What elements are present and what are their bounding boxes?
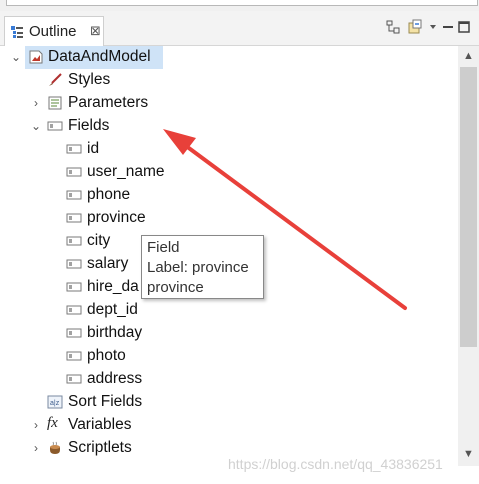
field-row[interactable]: birthday xyxy=(0,322,458,345)
field-label: phone xyxy=(87,186,131,203)
tree-row-parameters[interactable]: › Parameters xyxy=(0,92,458,115)
chevron-right-icon[interactable]: › xyxy=(30,96,42,110)
field-icon xyxy=(66,213,82,223)
link-editor-icon[interactable] xyxy=(407,19,423,35)
parameters-icon xyxy=(48,96,62,110)
chevron-down-icon[interactable]: ⌄ xyxy=(10,50,22,64)
chevron-down-icon[interactable]: ⌄ xyxy=(30,119,42,133)
tooltip-type: Field xyxy=(147,239,180,256)
field-icon xyxy=(66,282,82,292)
field-icon xyxy=(66,374,82,384)
minimize-icon[interactable] xyxy=(440,19,456,35)
field-group-icon xyxy=(47,121,63,131)
field-icon xyxy=(66,259,82,269)
field-row[interactable]: phone xyxy=(0,184,458,207)
close-icon[interactable]: ⊠ xyxy=(90,23,101,39)
tree-label-fields: Fields xyxy=(68,117,110,134)
tree-row-styles[interactable]: Styles xyxy=(0,69,458,92)
outline-icon xyxy=(11,26,23,38)
field-tooltip: Field Label: province province xyxy=(141,235,264,299)
field-label: birthday xyxy=(87,324,143,341)
field-label: photo xyxy=(87,347,126,364)
tree-row-fields[interactable]: ⌄ Fields xyxy=(0,115,458,138)
tree-row-root[interactable]: ⌄ DataAndModel xyxy=(0,46,458,69)
field-row[interactable]: dept_id xyxy=(0,299,458,322)
field-icon xyxy=(66,167,82,177)
field-label: city xyxy=(87,232,111,249)
tree-label-parameters: Parameters xyxy=(68,94,149,111)
scroll-up-icon[interactable]: ▲ xyxy=(458,48,479,65)
editor-strip xyxy=(0,0,479,11)
field-icon xyxy=(66,305,82,315)
field-icon xyxy=(66,144,82,154)
tree-label-sort-fields: Sort Fields xyxy=(68,393,143,410)
report-icon xyxy=(29,50,43,64)
scrollbar-thumb[interactable] xyxy=(460,67,477,347)
field-row[interactable]: photo xyxy=(0,345,458,368)
field-icon xyxy=(66,236,82,246)
scroll-down-icon[interactable]: ▼ xyxy=(458,446,479,463)
field-label: user_name xyxy=(87,163,165,180)
tree-label-scriptlets: Scriptlets xyxy=(68,439,132,456)
sort-icon: a|z xyxy=(47,395,63,409)
tree-label-root: DataAndModel xyxy=(48,48,151,65)
watermark: https://blog.csdn.net/qq_43836251 xyxy=(228,456,443,472)
field-label: id xyxy=(87,140,100,157)
bean-icon xyxy=(50,441,60,454)
field-row[interactable]: id xyxy=(0,138,458,161)
tooltip-label: Label: province xyxy=(147,259,249,276)
field-icon xyxy=(66,328,82,338)
tree-row-sort-fields[interactable]: a|z Sort Fields xyxy=(0,391,458,414)
field-row[interactable]: province xyxy=(0,207,458,230)
tab-outline[interactable]: Outline ⊠ xyxy=(4,16,104,46)
field-row[interactable]: address xyxy=(0,368,458,391)
chevron-right-icon[interactable]: › xyxy=(30,418,42,432)
tree-label-styles: Styles xyxy=(68,71,111,88)
fx-icon: fx xyxy=(47,415,58,431)
brush-icon xyxy=(49,73,62,86)
editor-frame xyxy=(6,0,478,6)
tree-label-variables: Variables xyxy=(68,416,132,433)
field-label: hire_da xyxy=(87,278,139,295)
collapse-all-icon[interactable] xyxy=(385,19,401,35)
view-menu-icon[interactable] xyxy=(425,19,441,35)
maximize-icon[interactable] xyxy=(456,19,472,35)
tooltip-name: province xyxy=(147,279,204,296)
svg-text:a|z: a|z xyxy=(50,400,60,407)
tab-outline-label: Outline xyxy=(29,23,77,40)
field-row[interactable]: user_name xyxy=(0,161,458,184)
vertical-scrollbar[interactable]: ▲ ▼ xyxy=(458,46,479,466)
field-label: province xyxy=(87,209,146,226)
chevron-right-icon[interactable]: › xyxy=(30,441,42,455)
field-label: salary xyxy=(87,255,129,272)
tree-row-variables[interactable]: › fx Variables xyxy=(0,414,458,437)
field-icon xyxy=(66,351,82,361)
field-label: address xyxy=(87,370,143,387)
field-label: dept_id xyxy=(87,301,138,318)
field-icon xyxy=(66,190,82,200)
